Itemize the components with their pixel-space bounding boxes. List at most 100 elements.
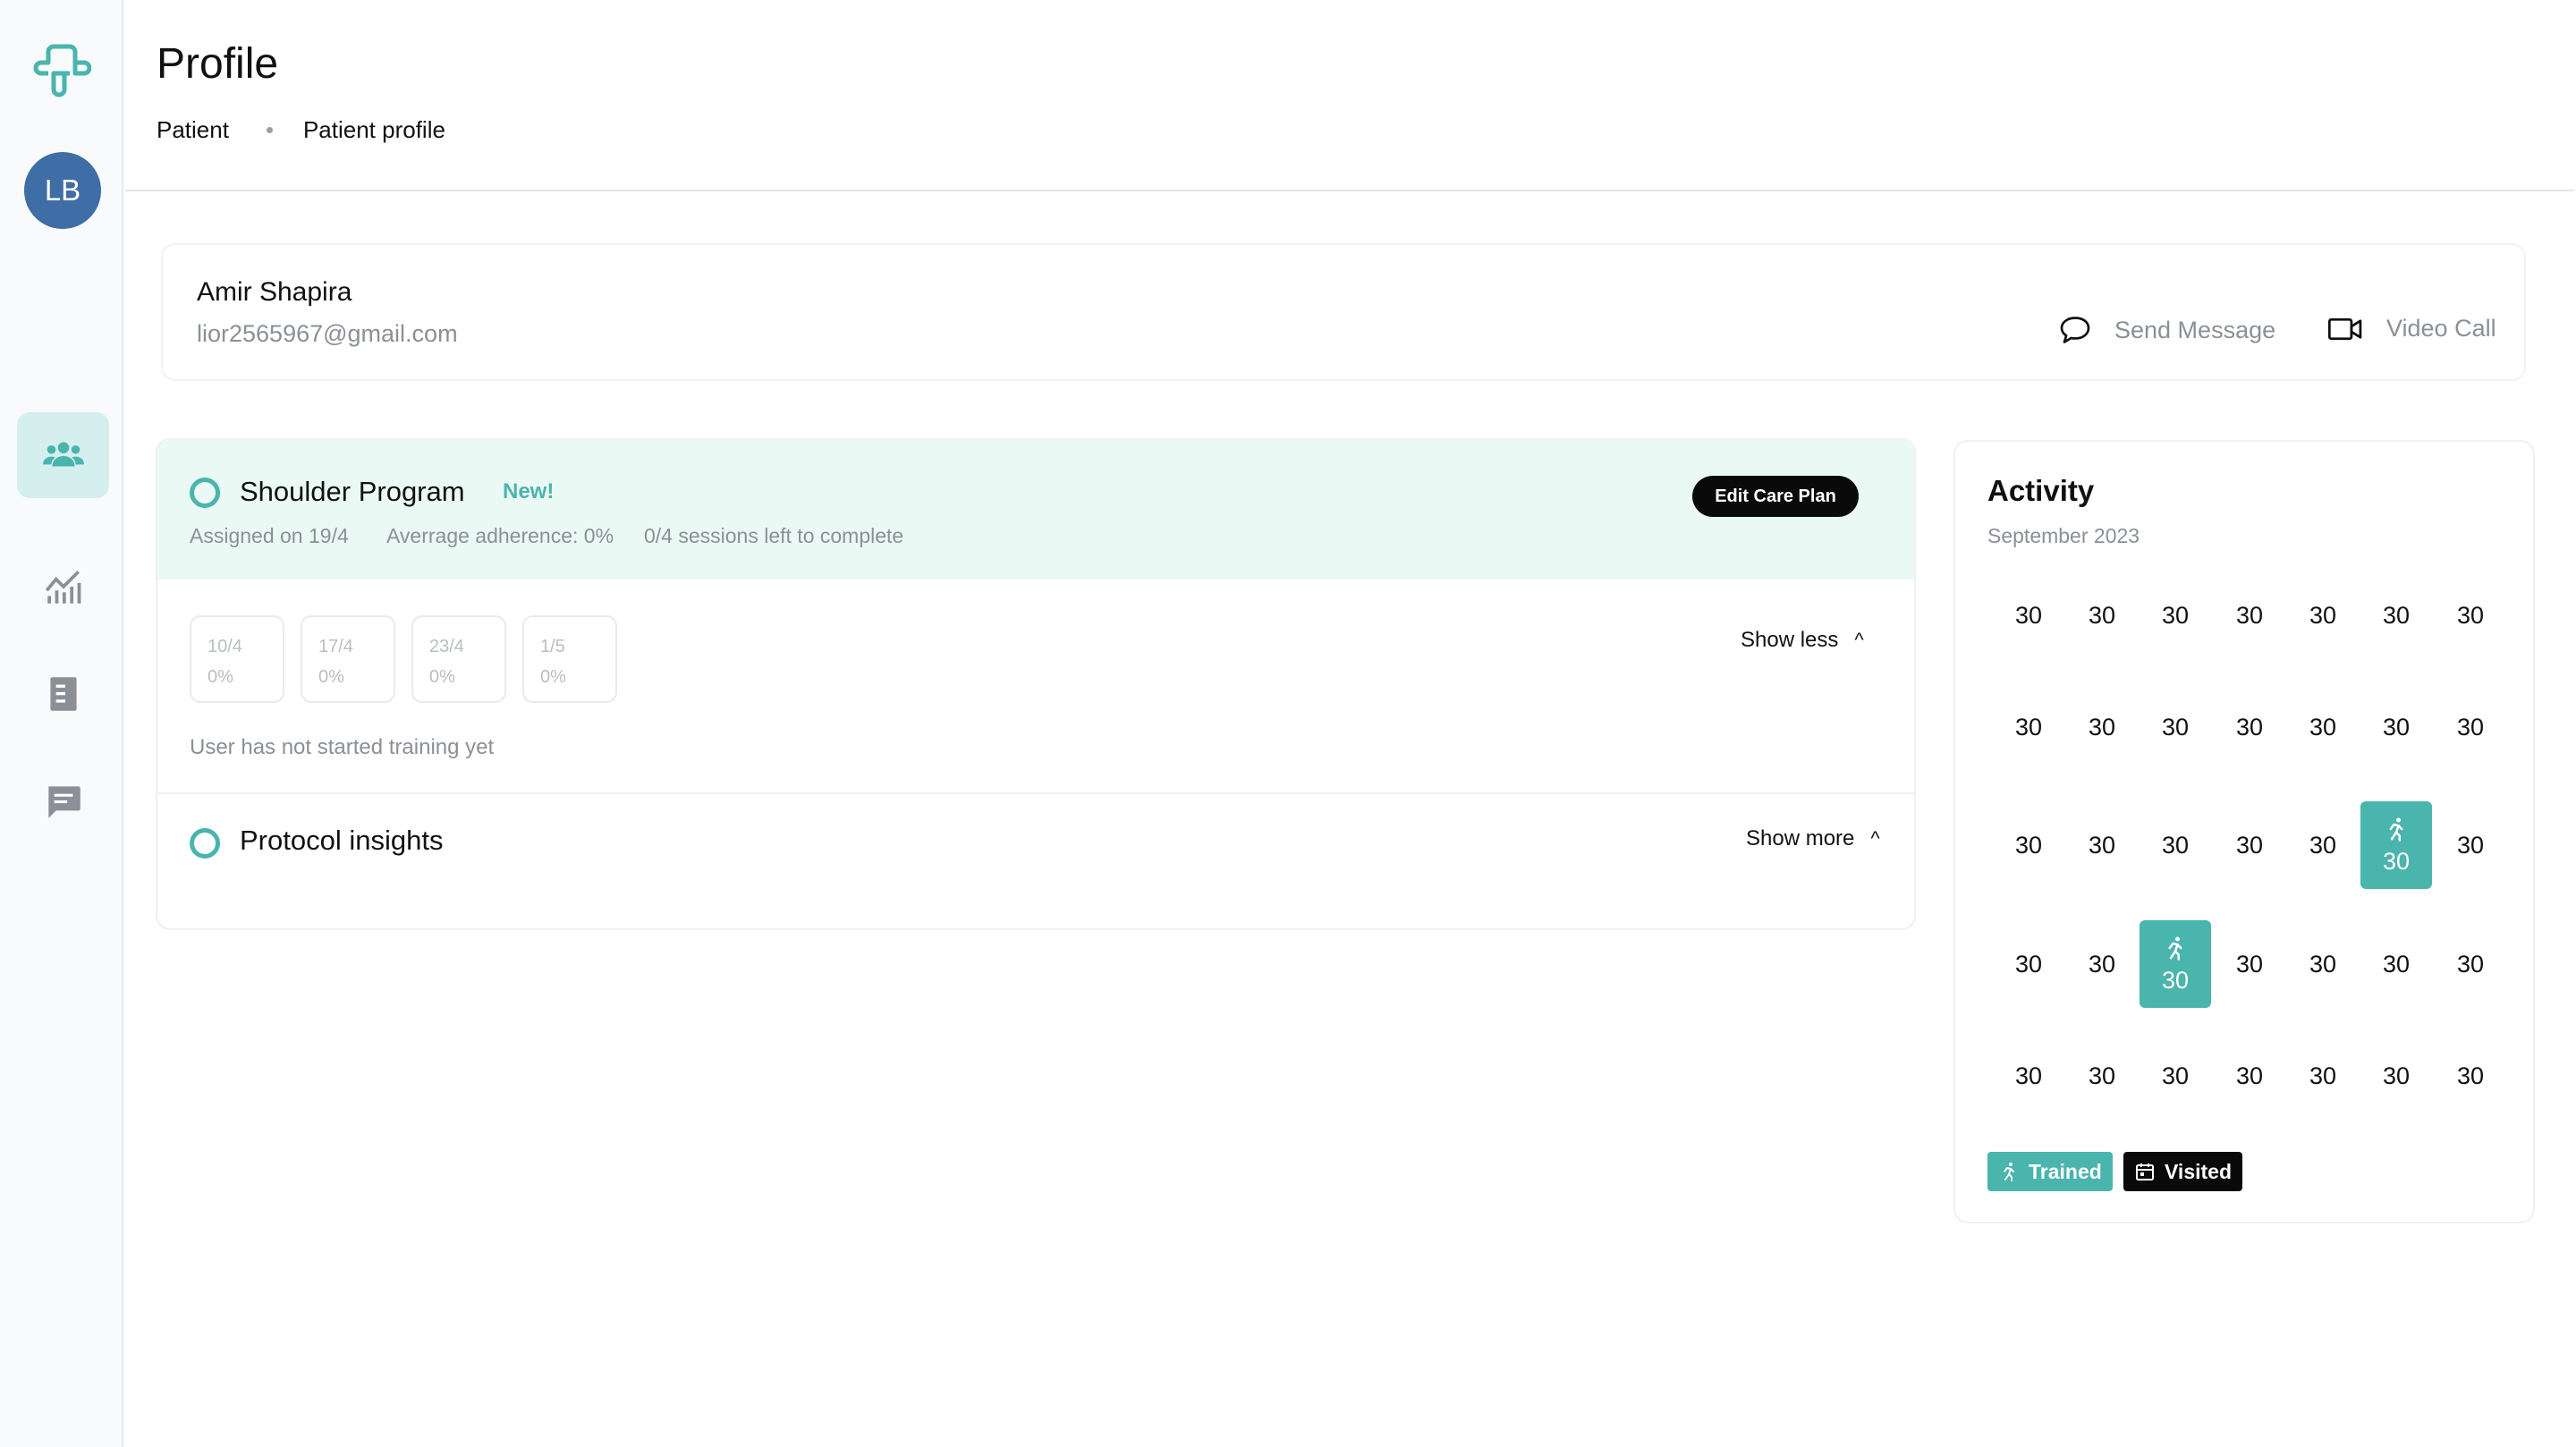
session-chip[interactable]: 10/4 0% [190, 615, 284, 703]
sidebar-item-documents[interactable] [17, 651, 109, 737]
calendar-day[interactable]: 30 [2066, 571, 2138, 659]
calendar-day-number: 30 [2088, 713, 2116, 740]
chat-icon [47, 786, 80, 818]
calendar-day[interactable]: 30 [2140, 571, 2211, 659]
calendar-day-number: 30 [2161, 1062, 2190, 1089]
calendar-day[interactable]: 30 [2214, 920, 2285, 1008]
session-date: 17/4 [318, 637, 353, 656]
calendar-day[interactable]: 30 [2435, 920, 2506, 1008]
program-assigned: Assigned on 19/4 [190, 524, 349, 547]
calendar-day[interactable]: 30 [1993, 1032, 2064, 1120]
calendar-day[interactable]: 30 [1993, 571, 2064, 659]
calendar-day[interactable]: 30 [2066, 920, 2138, 1008]
calendar-day[interactable]: 30 [2435, 801, 2506, 889]
calendar-day-number: 30 [2309, 601, 2337, 629]
legend-visited: Visited [2123, 1152, 2242, 1191]
calendar-day[interactable]: 30 [2287, 920, 2359, 1008]
calendar-day-number: 30 [2456, 601, 2485, 629]
calendar-day[interactable]: 30 [2140, 1032, 2211, 1120]
calendar-day[interactable]: 30 [2214, 801, 2285, 889]
calendar-day-number: 30 [2235, 831, 2264, 859]
calendar-day-number: 30 [2088, 601, 2116, 629]
avatar[interactable]: LB [24, 152, 101, 229]
send-message-button[interactable]: Send Message [2059, 315, 2275, 345]
show-less-button[interactable]: Show less ^ [1741, 628, 1864, 653]
calendar-day-number: 30 [2456, 713, 2485, 740]
video-call-label: Video Call [2386, 315, 2496, 342]
calendar-day-number: 30 [2309, 1062, 2337, 1089]
calendar-day-number: 30 [2161, 601, 2190, 629]
breadcrumb: Patient Patient profile [157, 116, 445, 144]
calendar-day[interactable]: 30 [2214, 571, 2285, 659]
calendar-day-number: 30 [2161, 831, 2190, 859]
calendar-day-number: 30 [2309, 950, 2337, 977]
session-pct: 0% [429, 667, 455, 687]
insights-status-icon [190, 828, 220, 859]
calendar-day-number: 30 [2235, 950, 2264, 977]
session-chip[interactable]: 17/4 0% [301, 615, 395, 703]
session-pct: 0% [208, 667, 233, 687]
calendar-day-number: 30 [2014, 1062, 2043, 1089]
session-date: 1/5 [540, 637, 565, 656]
calendar-day-trained[interactable]: 30 [2140, 920, 2211, 1008]
calendar-day[interactable]: 30 [2360, 1032, 2432, 1120]
calendar-day[interactable]: 30 [1993, 683, 2064, 771]
show-more-label: Show more [1746, 826, 1855, 850]
video-call-button[interactable]: Video Call [2327, 315, 2496, 343]
session-date: 10/4 [208, 637, 242, 656]
chevron-up-icon: ^ [1854, 629, 1864, 651]
calendar-day[interactable]: 30 [2435, 1032, 2506, 1120]
calendar-day-number: 30 [2088, 950, 2116, 977]
running-icon [2389, 817, 2403, 842]
calendar-day[interactable]: 30 [1993, 801, 2064, 889]
program-header: Shoulder Program New! Assigned on 19/4 A… [157, 440, 1914, 580]
calendar-day[interactable]: 30 [2287, 1032, 2359, 1120]
show-more-button[interactable]: Show more ^ [1746, 826, 1880, 851]
training-status-text: User has not started training yet [190, 735, 495, 759]
calendar-day-number: 30 [2014, 713, 2043, 740]
calendar-day[interactable]: 30 [2066, 1032, 2138, 1120]
calendar-day[interactable]: 30 [1993, 920, 2064, 1008]
activity-month: September 2023 [1987, 524, 2140, 547]
divider [157, 792, 1914, 794]
patient-card: Amir Shapira lior2565967@gmail.com Send … [161, 243, 2526, 381]
calendar-day[interactable]: 30 [2287, 801, 2359, 889]
sidebar-item-messages[interactable] [17, 758, 109, 844]
breadcrumb-item-profile: Patient profile [302, 116, 445, 143]
calendar-day[interactable]: 30 [2066, 801, 2138, 889]
sidebar-item-analytics[interactable] [17, 544, 109, 630]
calendar-day[interactable]: 30 [2214, 683, 2285, 771]
program-adherence: Averrage adherence: 0% [386, 524, 614, 547]
calendar-day[interactable]: 30 [2435, 571, 2506, 659]
new-badge: New! [503, 479, 555, 503]
page-title: Profile [157, 40, 279, 88]
calendar-day[interactable]: 30 [2287, 683, 2359, 771]
video-camera-icon [2327, 317, 2362, 340]
page-header: Profile Patient Patient profile [125, 0, 2574, 191]
calendar-day[interactable]: 30 [2066, 683, 2138, 771]
calendar-day-number: 30 [2235, 713, 2264, 740]
calendar-day[interactable]: 30 [2214, 1032, 2285, 1120]
app-logo-icon[interactable] [32, 41, 92, 100]
edit-care-plan-button[interactable]: Edit Care Plan [1692, 476, 1859, 517]
calendar-day-trained[interactable]: 30 [2360, 801, 2432, 889]
patient-email: lior2565967@gmail.com [197, 320, 458, 347]
calendar-day-number: 30 [2382, 950, 2411, 977]
calendar-day[interactable]: 30 [2140, 801, 2211, 889]
calendar-day-number: 30 [2382, 601, 2411, 629]
send-message-label: Send Message [2114, 316, 2276, 343]
calendar-day[interactable]: 30 [2140, 683, 2211, 771]
breadcrumb-item-patient[interactable]: Patient [157, 116, 229, 144]
calendar-day[interactable]: 30 [2360, 683, 2432, 771]
session-chip[interactable]: 1/5 0% [522, 615, 617, 703]
calendar-day[interactable]: 30 [2360, 571, 2432, 659]
calendar-day[interactable]: 30 [2287, 571, 2359, 659]
program-status-icon [190, 478, 220, 508]
calendar-day[interactable]: 30 [2360, 920, 2432, 1008]
calendar-day[interactable]: 30 [2435, 683, 2506, 771]
sidebar-item-patients[interactable] [17, 412, 109, 498]
activity-card: Activity September 2023 30 30 30 30 30 30 30 30… [1953, 440, 2535, 1223]
sidebar: LB [0, 0, 123, 1447]
session-pct: 0% [540, 667, 566, 687]
session-chip[interactable]: 23/4 0% [411, 615, 506, 703]
